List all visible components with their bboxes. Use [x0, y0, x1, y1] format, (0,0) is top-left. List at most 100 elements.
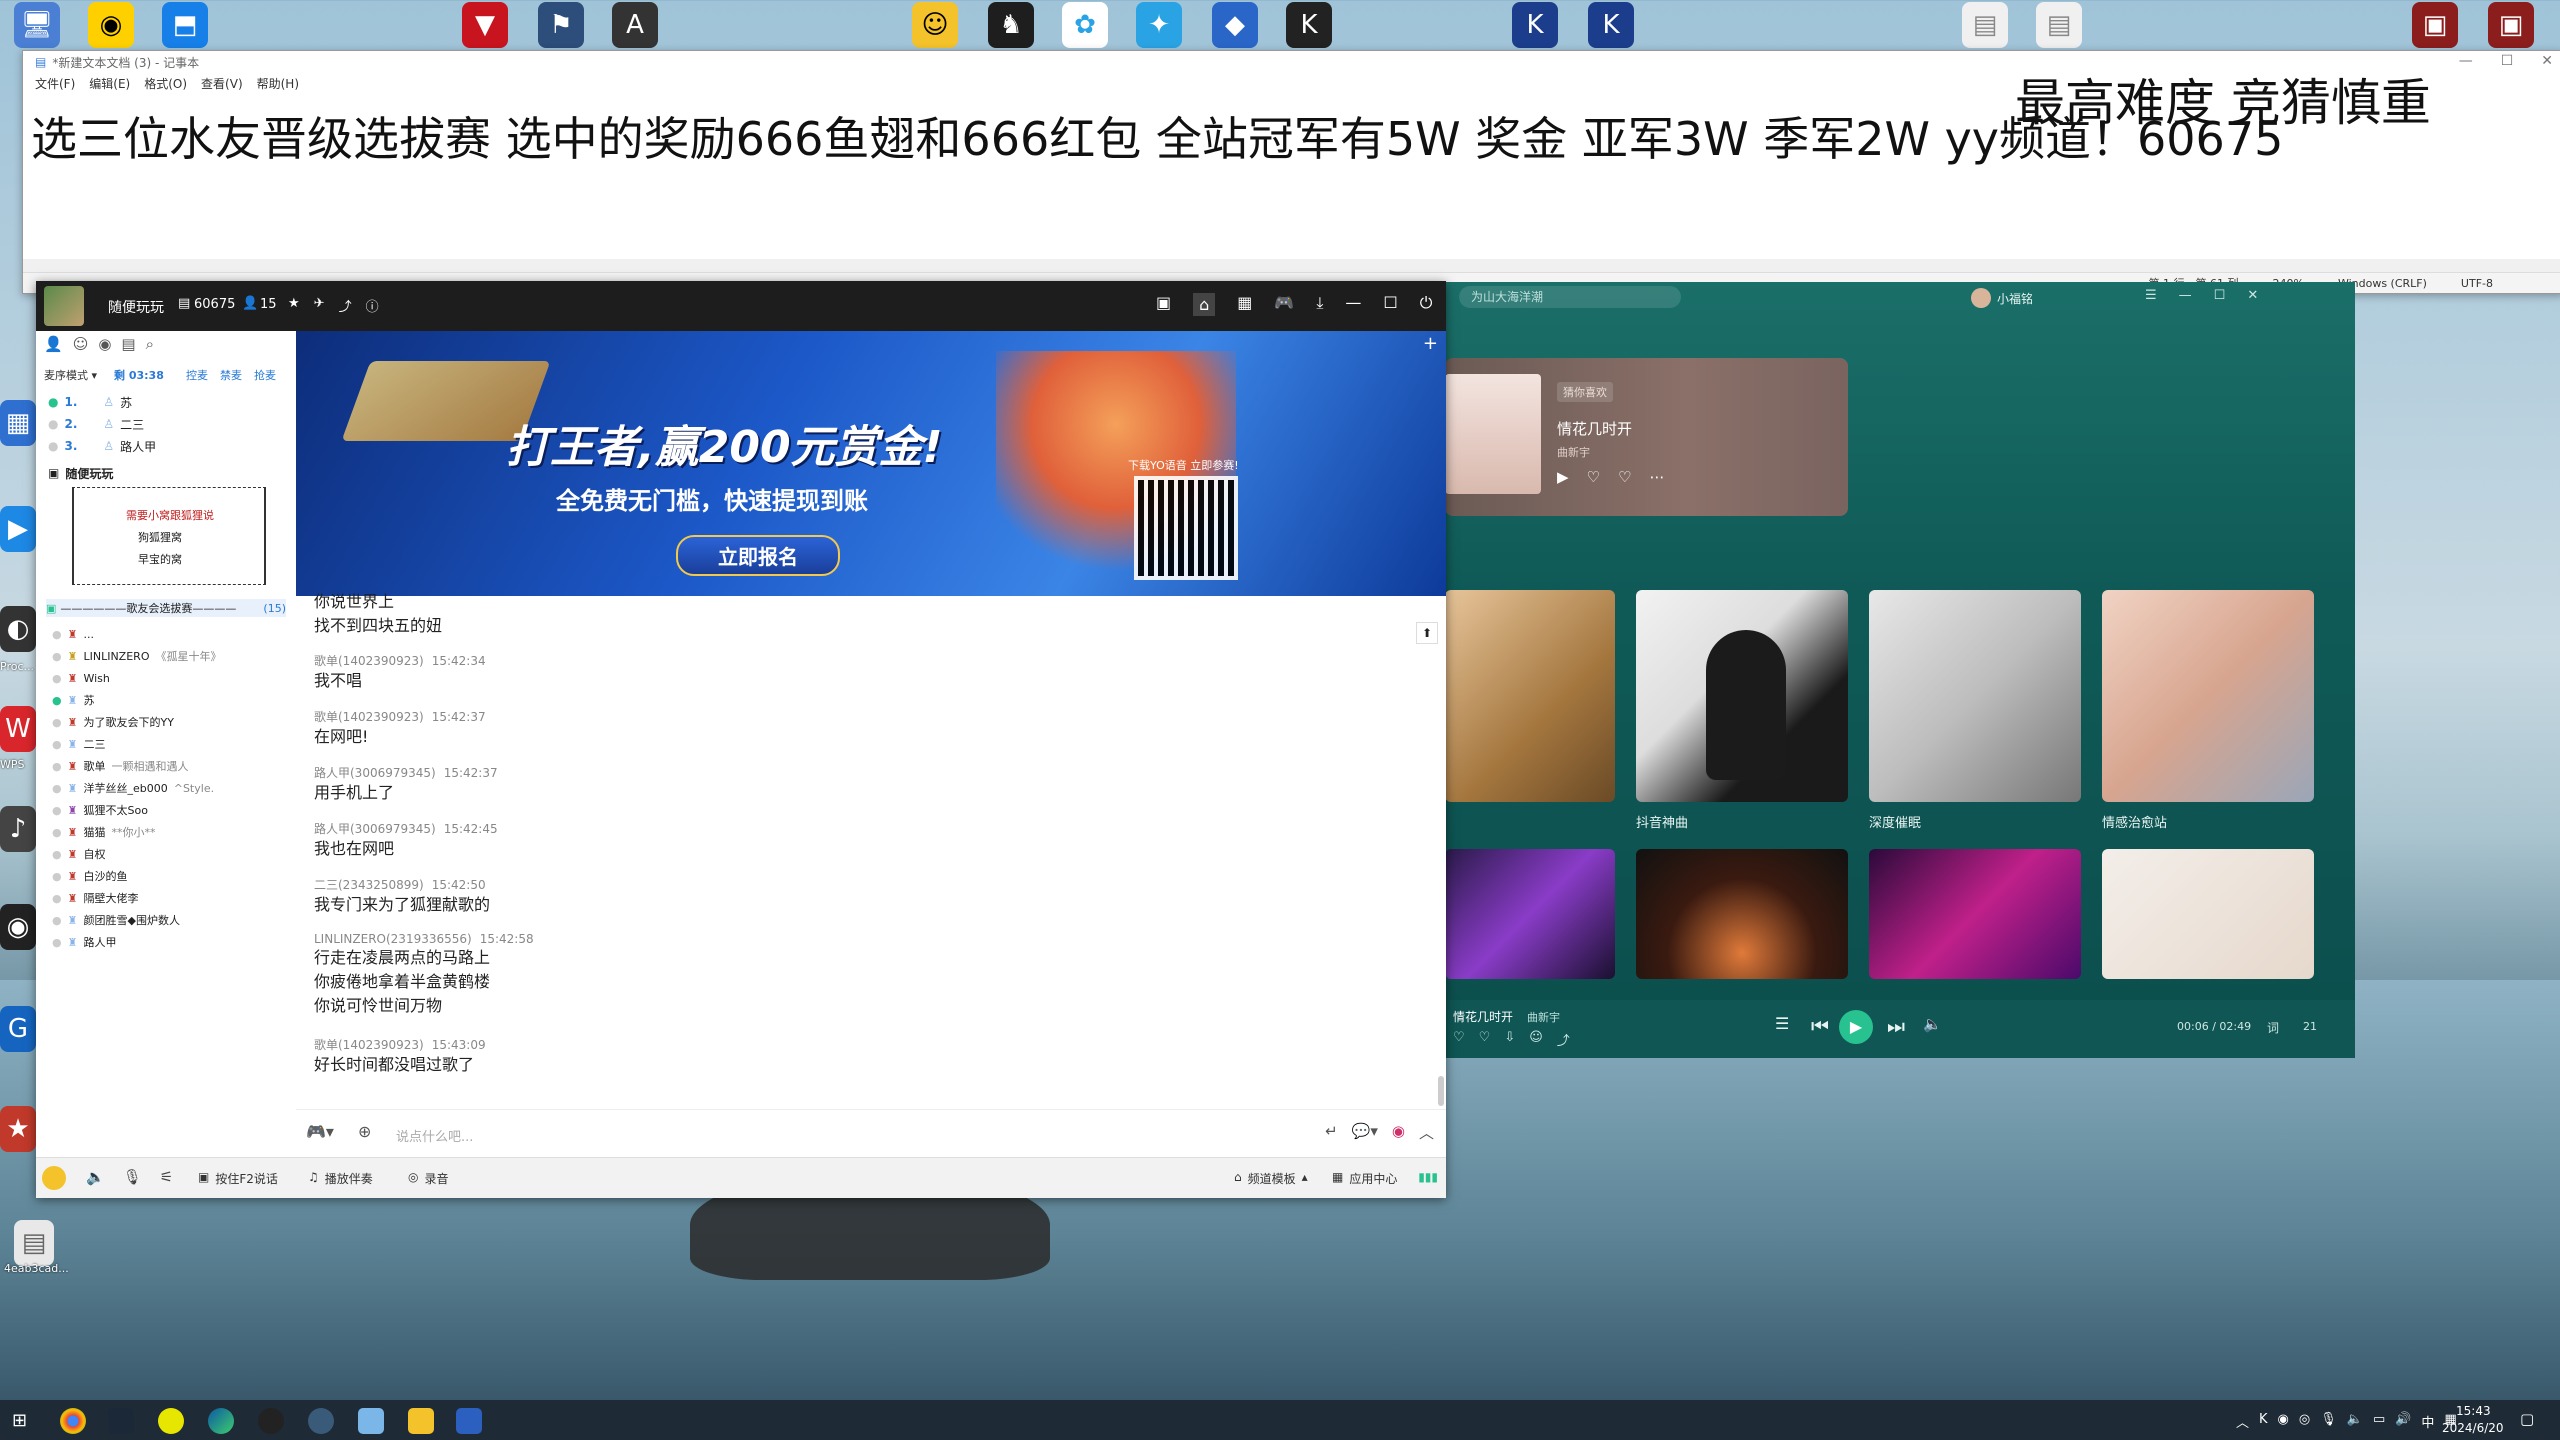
tray-app-icon[interactable]: ◉	[2278, 1412, 2289, 1431]
member-item[interactable]: ● ♜ 为了歌友会下的YY	[52, 711, 174, 733]
channel-avatar[interactable]	[44, 286, 84, 326]
member-item[interactable]: ● ♜ Wish	[52, 667, 110, 689]
app-icon[interactable]: K	[1512, 2, 1558, 48]
next-icon[interactable]: ⏭	[1887, 1014, 1905, 1038]
chat-bubble-icon[interactable]: 💬▾	[1352, 1122, 1378, 1143]
emoji-icon[interactable]: 🎮▾	[306, 1122, 334, 1141]
dislike-icon[interactable]: ♡	[1479, 1030, 1491, 1049]
music-search-input[interactable]: 为山大海洋潮	[1459, 286, 1681, 308]
power-icon[interactable]: ⏻	[1420, 293, 1433, 316]
sub-channel[interactable]: 狗狐狸窝	[138, 529, 182, 545]
info-icon[interactable]: ⓘ	[366, 296, 379, 315]
volume-icon[interactable]: 🔈	[1923, 1015, 1942, 1033]
user-avatar[interactable]	[1971, 288, 1991, 308]
horizontal-scrollbar[interactable]	[23, 259, 2560, 273]
member-item[interactable]: ● ♜ 歌单 一颗相遇和遇人	[52, 755, 188, 777]
app-icon[interactable]	[456, 1408, 482, 1434]
message-author[interactable]: 歌单(1402390923)	[314, 654, 424, 668]
grab-mic-link[interactable]: 抢麦	[254, 367, 276, 383]
notepad-text-line1[interactable]: 选三位水友晋级选拔赛 选中的奖励666鱼翅和666红包 全站冠军有5W 奖金 亚…	[31, 103, 2283, 169]
message-author[interactable]: LINLINZERO(2319336556)	[314, 932, 472, 946]
music-username[interactable]: 小福铭	[1997, 290, 2033, 307]
app-icon[interactable]: K	[1286, 2, 1332, 48]
add-icon[interactable]: +	[1423, 333, 1438, 354]
share-icon[interactable]: ⤴	[339, 296, 352, 315]
playlist-mode-icon[interactable]: ☰	[1775, 1014, 1789, 1033]
playlist-tile[interactable]	[1445, 590, 1615, 802]
chat-message[interactable]: 二三(2343250899) 15:42:50 我专门来为了狐狸献歌的	[314, 876, 490, 917]
app-icon[interactable]: ▣	[2488, 2, 2534, 48]
channel-template[interactable]: ⌂ 频道模板 ▴	[1234, 1170, 1308, 1187]
app-icon[interactable]	[258, 1408, 284, 1434]
queue-item[interactable]: ● 3. ♙ 路人甲	[48, 435, 156, 457]
chat-message[interactable]: 歌单(1402390923) 15:42:37 在网吧!	[314, 708, 486, 749]
image-icon[interactable]: ⊕	[358, 1122, 371, 1141]
ban-mic-link[interactable]: 禁麦	[220, 367, 242, 383]
queue-count[interactable]: 21	[2303, 1020, 2317, 1033]
music-app-window[interactable]: 为山大海洋潮 小福铭 ☰ — ☐ ✕ 猜你喜欢 情花几时开 曲新宇 ▶ ♡ ♡ …	[1445, 282, 2355, 1058]
heart-icon[interactable]: ♡	[1453, 1030, 1465, 1049]
playlist-label[interactable]: 抖音神曲	[1636, 812, 1688, 831]
menu-view[interactable]: 查看(V)	[201, 75, 243, 92]
friends-icon[interactable]: ☺	[73, 335, 89, 353]
control-mic-link[interactable]: 控麦	[186, 367, 208, 383]
gamepad-icon[interactable]: 🎮	[1274, 293, 1294, 316]
playlist-tile[interactable]	[1445, 849, 1615, 979]
favorite-icon[interactable]: ★	[288, 296, 300, 315]
lyrics-toggle[interactable]: 词	[2267, 1019, 2279, 1036]
maximize-icon[interactable]: ☐	[1383, 293, 1397, 316]
pin-icon[interactable]: ⤓	[1316, 293, 1323, 316]
tray-app-icon[interactable]: K	[2259, 1412, 2268, 1431]
member-item[interactable]: ● ♜ LINLINZERO 《孤星十年》	[52, 645, 221, 667]
chat-message[interactable]: 路人甲(3006979345) 15:42:37 用手机上了	[314, 764, 498, 805]
menu-help[interactable]: 帮助(H)	[257, 75, 299, 92]
promo-banner[interactable]: 打王者,赢200元赏金! 全免费无门槛，快速提现到账 立即报名 下载YO语音 立…	[296, 331, 1446, 596]
app-icon[interactable]: ▼	[462, 2, 508, 48]
notepad-text-line2[interactable]: 最高难度 竞猜慎重	[2015, 63, 2431, 135]
heart-icon[interactable]: ♡	[1587, 468, 1600, 486]
playlist-label[interactable]: 情感治愈站	[2102, 812, 2167, 831]
close-icon[interactable]: ✕	[2247, 288, 2258, 303]
start-icon[interactable]: ⊞	[12, 1410, 27, 1431]
transfer-icon[interactable]: ✈	[314, 296, 325, 315]
mic-mode-select[interactable]: 麦序模式 ▾	[44, 367, 97, 383]
chat-message[interactable]: 你说世界上 找不到四块五的妞	[314, 590, 442, 638]
yy-taskbar-icon[interactable]	[408, 1408, 434, 1434]
app-icon[interactable]: ✿	[1062, 2, 1108, 48]
clock-time[interactable]: 15:43	[2456, 1404, 2491, 1418]
chat-message[interactable]: LINLINZERO(2319336556) 15:42:58 行走在凌晨两点的马路…	[314, 932, 534, 1018]
user-icon[interactable]: 👤	[44, 335, 63, 353]
file-icon[interactable]: ▤	[14, 1220, 54, 1266]
app-center[interactable]: ▦ 应用中心	[1332, 1170, 1397, 1187]
notepad-taskbar-icon[interactable]	[358, 1408, 384, 1434]
notepad-window[interactable]: ▤ *新建文本文档 (3) - 记事本 — ☐ ✕ 文件(F) 编辑(E) 格式…	[22, 50, 2560, 294]
mascot-icon[interactable]	[42, 1166, 66, 1190]
file-icon[interactable]: ▤	[1962, 2, 2008, 48]
menu-edit[interactable]: 编辑(E)	[89, 75, 130, 92]
member-item[interactable]: ● ♜ 苏	[52, 689, 94, 711]
menu-format[interactable]: 格式(O)	[144, 75, 187, 92]
queue-item[interactable]: ● 1. ♙ 苏	[48, 391, 132, 413]
app-icon[interactable]	[158, 1408, 184, 1434]
featured-card[interactable]: 猜你喜欢 情花几时开 曲新宇 ▶ ♡ ♡ ⋯	[1445, 358, 1848, 516]
scroll-top-button[interactable]: ⬆	[1416, 622, 1438, 644]
queue-item[interactable]: ● 2. ♙ 二三	[48, 413, 144, 435]
collapse-icon[interactable]: ︿	[1419, 1122, 1434, 1143]
minimize-icon[interactable]: —	[2459, 53, 2473, 69]
chevron-up-icon[interactable]: ︿	[2236, 1412, 2249, 1431]
share-icon[interactable]: ⤴	[1557, 1030, 1570, 1049]
minimize-icon[interactable]: —	[2179, 288, 2192, 303]
list-icon[interactable]: ▤	[121, 335, 135, 353]
this-pc-icon[interactable]: 🖥	[14, 2, 60, 48]
download-icon[interactable]: ⇩	[1504, 1030, 1515, 1049]
playlist-tile[interactable]	[1636, 849, 1848, 979]
play-icon[interactable]: ▶	[1557, 468, 1569, 486]
app-icon[interactable]: ▶	[0, 506, 36, 552]
close-icon[interactable]: ✕	[2541, 53, 2553, 69]
playlist-label[interactable]: 深度催眠	[1869, 812, 1921, 831]
ime-indicator[interactable]: 中	[2421, 1412, 2434, 1431]
chat-message-list[interactable]: ⬆ 你说世界上 找不到四块五的妞 歌单(1402390923) 15:42:34 我不唱…	[296, 592, 1446, 1110]
playlist-tile[interactable]	[1636, 590, 1848, 802]
edge-icon[interactable]	[208, 1408, 234, 1434]
app-icon[interactable]: ⚑	[538, 2, 584, 48]
